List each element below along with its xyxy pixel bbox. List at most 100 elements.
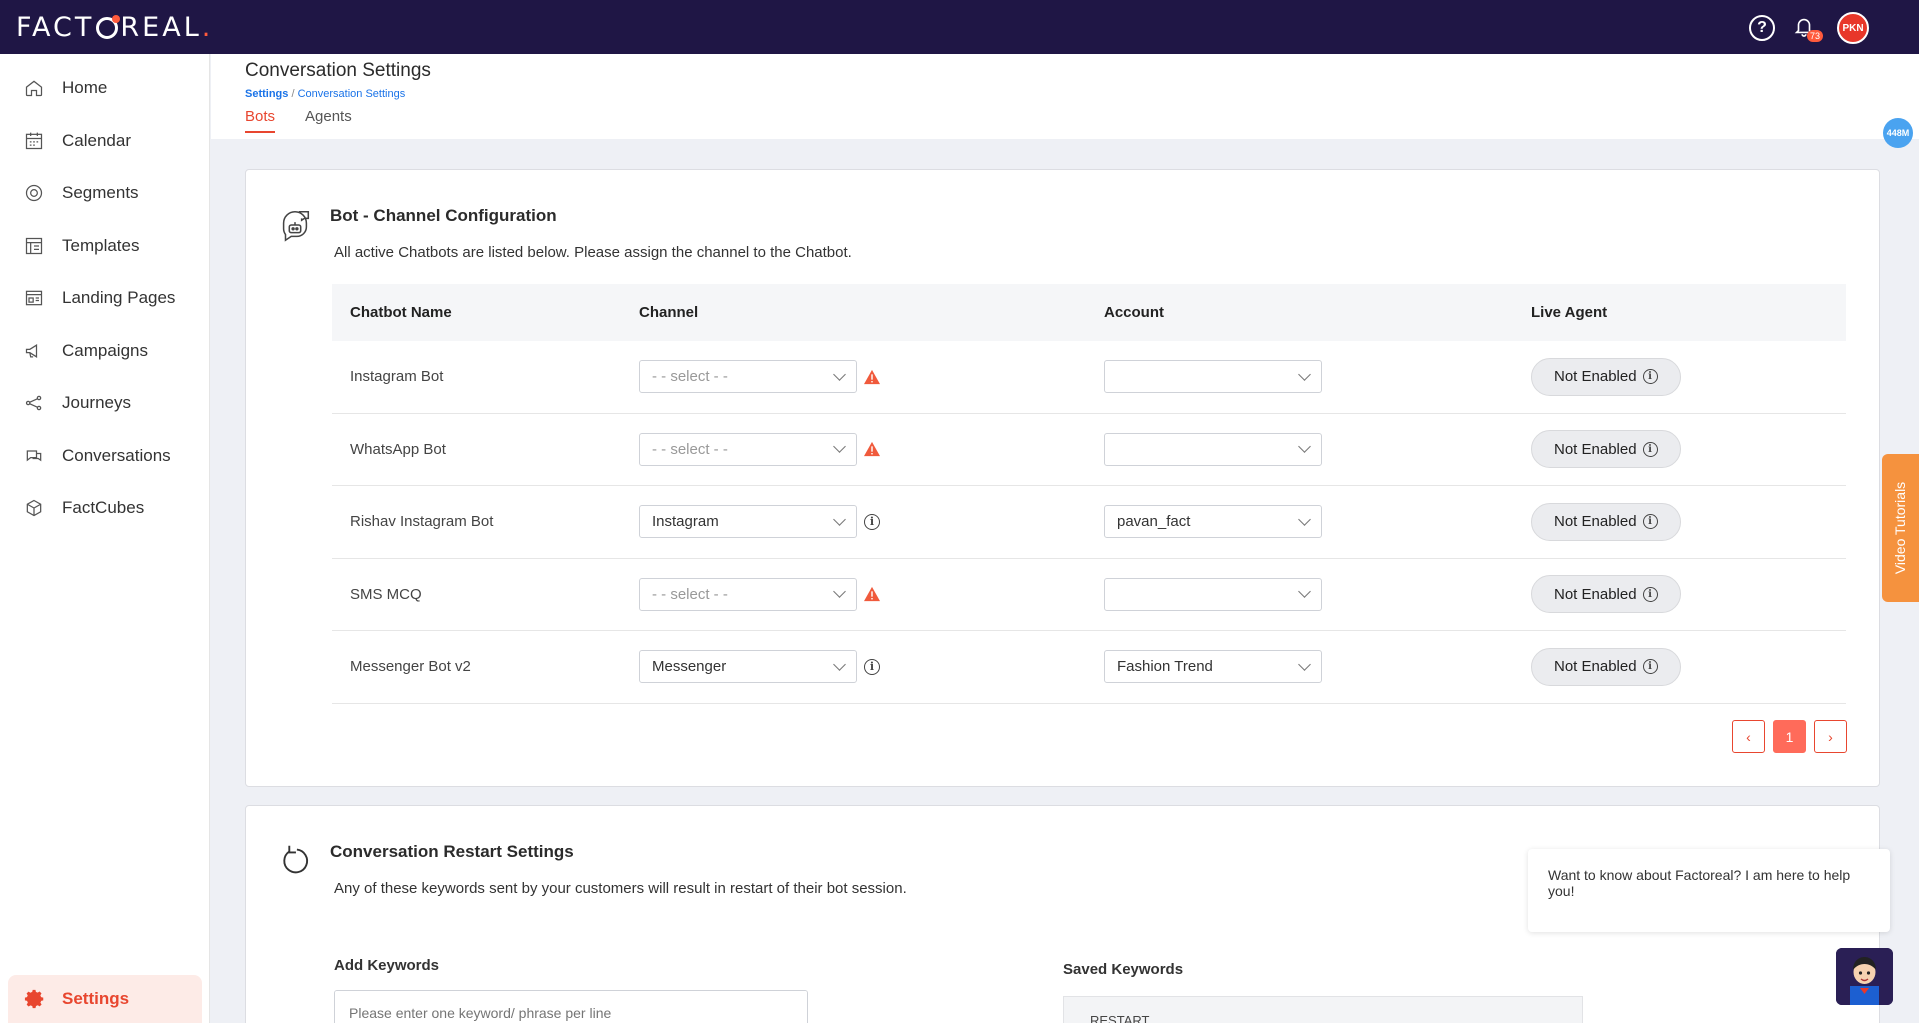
- chatbot-icon: [282, 210, 310, 242]
- account-select[interactable]: [1104, 577, 1322, 611]
- sidebar-item-landing-pages[interactable]: Landing Pages: [0, 272, 209, 325]
- live-agent-status: Not Enabled: [1554, 440, 1637, 458]
- saved-keyword-item: RESTART: [1090, 1013, 1150, 1023]
- tab-agents[interactable]: Agents: [305, 108, 352, 133]
- channel-select[interactable]: - - select - -: [639, 432, 857, 466]
- notification-count: 73: [1806, 30, 1823, 42]
- live-agent-status-button[interactable]: Not Enabled i: [1531, 502, 1681, 541]
- sidebar-item-segments[interactable]: Segments: [0, 167, 209, 220]
- user-avatar[interactable]: PKN: [1837, 12, 1869, 44]
- live-agent-status-button[interactable]: Not Enabled i: [1531, 575, 1681, 614]
- info-icon: i: [1642, 514, 1658, 530]
- live-agent-status-button[interactable]: Not Enabled i: [1531, 430, 1681, 469]
- assistant-character-icon: [1836, 948, 1893, 1005]
- saved-keywords-label: Saved Keywords: [1063, 961, 1184, 978]
- restart-settings-title: Conversation Restart Settings: [330, 842, 574, 861]
- warning-icon[interactable]: [863, 369, 881, 385]
- chat-assistant-avatar[interactable]: [1836, 948, 1893, 1005]
- breadcrumb-root[interactable]: Settings: [245, 88, 288, 100]
- channel-select[interactable]: - - select - -: [639, 360, 857, 394]
- chevron-down-icon: [833, 440, 846, 454]
- next-page-button[interactable]: ›: [1814, 720, 1847, 753]
- sidebar-item-label: Journeys: [62, 393, 131, 413]
- channel-select-value: Messenger: [652, 658, 727, 676]
- sidebar-item-factcubes[interactable]: FactCubes: [0, 482, 209, 535]
- live-agent-status: Not Enabled: [1554, 513, 1637, 531]
- sidebar-item-campaigns[interactable]: Campaigns: [0, 325, 209, 378]
- live-agent-status: Not Enabled: [1554, 368, 1637, 386]
- channel-select[interactable]: Instagram: [639, 505, 857, 539]
- chatbot-name: Instagram Bot: [350, 368, 444, 386]
- breadcrumb-separator: /: [288, 88, 298, 100]
- video-tutorials-label: Video Tutorials: [1892, 481, 1909, 575]
- saved-keywords-list: RESTART: [1063, 996, 1583, 1023]
- page-header: Conversation Settings Settings / Convers…: [211, 54, 1919, 139]
- account-select-value: Fashion Trend: [1117, 658, 1213, 676]
- page-number-button[interactable]: 1: [1773, 720, 1806, 753]
- sidebar-item-home[interactable]: Home: [0, 62, 209, 115]
- channel-select[interactable]: Messenger: [639, 650, 857, 684]
- account-select[interactable]: Fashion Trend: [1104, 650, 1322, 684]
- sidebar-item-label: Settings: [62, 989, 130, 1008]
- table-row: Rishav Instagram Bot Instagram i pavan_f…: [332, 486, 1846, 559]
- sidebar-item-label: Campaigns: [62, 340, 148, 360]
- live-agent-status-button[interactable]: Not Enabled i: [1531, 357, 1681, 396]
- segments-icon: [25, 185, 43, 202]
- live-agent-status: Not Enabled: [1554, 658, 1637, 676]
- account-select[interactable]: [1104, 432, 1322, 466]
- sidebar-item-settings[interactable]: Settings: [8, 975, 202, 1023]
- chatbot-name: Messenger Bot v2: [350, 658, 471, 676]
- info-icon: i: [1642, 659, 1658, 675]
- notification-button[interactable]: 73: [1793, 14, 1823, 42]
- table-header: Chatbot Name Channel Account Live Agent: [332, 284, 1846, 341]
- prev-page-button[interactable]: ‹: [1732, 720, 1765, 753]
- chatbot-name: Rishav Instagram Bot: [350, 513, 494, 531]
- live-agent-status-button[interactable]: Not Enabled i: [1531, 647, 1681, 686]
- info-icon[interactable]: i: [864, 658, 880, 675]
- megaphone-icon: [25, 343, 38, 358]
- chevron-down-icon: [833, 657, 846, 671]
- journeys-icon: [25, 395, 42, 411]
- chevron-down-icon: [1298, 440, 1311, 454]
- sidebar-item-label: Landing Pages: [62, 288, 176, 308]
- sidebar-item-journeys[interactable]: Journeys: [0, 377, 209, 430]
- landing-pages-icon: [25, 290, 43, 306]
- info-icon[interactable]: i: [864, 513, 880, 530]
- bot-config-title: Bot - Channel Configuration: [330, 206, 557, 225]
- table-row: Instagram Bot - - select - - Not Enabled…: [332, 341, 1846, 414]
- warning-icon[interactable]: [863, 441, 881, 457]
- bot-config-description: All active Chatbots are listed below. Pl…: [334, 244, 852, 261]
- chatbot-name: SMS MCQ: [350, 585, 422, 603]
- chat-greeting-bubble[interactable]: Want to know about Factoreal? I am here …: [1528, 849, 1890, 932]
- factoreal-logo[interactable]: FACT REAL.: [16, 12, 213, 43]
- sidebar-item-label: Home: [62, 78, 108, 98]
- sidebar-item-calendar[interactable]: Calendar: [0, 115, 209, 168]
- sidebar-item-templates[interactable]: Templates: [0, 220, 209, 273]
- sidebar-item-label: Conversations: [62, 445, 171, 465]
- tab-bots[interactable]: Bots: [245, 108, 276, 133]
- sidebar-item-label: Calendar: [62, 130, 131, 150]
- account-select[interactable]: pavan_fact: [1104, 505, 1322, 539]
- channel-select-value: - - select - -: [652, 440, 728, 458]
- channel-select-value: - - select - -: [652, 585, 728, 603]
- column-header-live-agent: Live Agent: [1531, 304, 1608, 321]
- channel-select-value: Instagram: [652, 513, 719, 531]
- account-select[interactable]: [1104, 360, 1322, 394]
- help-icon[interactable]: ?: [1749, 15, 1775, 41]
- chevron-down-icon: [833, 512, 846, 526]
- restart-settings-description: Any of these keywords sent by your custo…: [334, 880, 907, 897]
- video-tutorials-tab[interactable]: Video Tutorials: [1882, 454, 1919, 602]
- chevron-down-icon: [1298, 585, 1311, 599]
- chevron-down-icon: [1298, 657, 1311, 671]
- info-icon: i: [1642, 586, 1658, 602]
- channel-select[interactable]: - - select - -: [639, 577, 857, 611]
- tab-bar: Bots Agents: [245, 108, 352, 133]
- sidebar-item-label: Templates: [62, 235, 140, 255]
- top-bar: FACT REAL. ? 73 PKN: [0, 0, 1919, 54]
- column-header-channel: Channel: [639, 304, 699, 321]
- keywords-input[interactable]: [334, 990, 808, 1023]
- sidebar-item-conversations[interactable]: Conversations: [0, 430, 209, 483]
- chevron-down-icon: [1298, 512, 1311, 526]
- account-select-value: pavan_fact: [1117, 513, 1191, 531]
- warning-icon[interactable]: [863, 586, 881, 602]
